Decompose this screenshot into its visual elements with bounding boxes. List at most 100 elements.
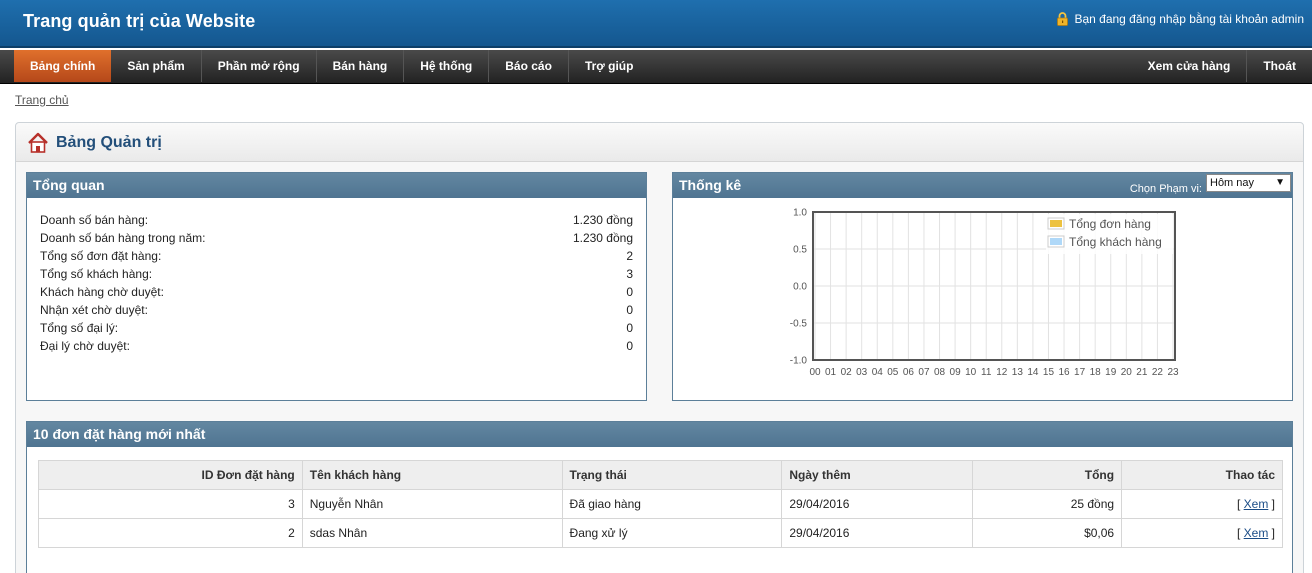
bracket-open: [: [1236, 526, 1244, 540]
nav-item-sales[interactable]: Bán hàng: [317, 50, 405, 82]
order-action: [ Xem ]: [1121, 518, 1283, 548]
view-order-link[interactable]: Xem: [1244, 497, 1269, 511]
nav-item-help[interactable]: Trợ giúp: [569, 50, 650, 82]
overview-row: Đại lý chờ duyệt: 0: [40, 337, 633, 355]
x-tick-label: 10: [965, 367, 977, 378]
column-header-customer[interactable]: Tên khách hàng: [301, 460, 563, 490]
overview-value: 0: [626, 321, 633, 335]
stats-title: Thống kê: [679, 177, 742, 193]
y-tick-label: 1.0: [793, 208, 807, 219]
x-tick-label: 21: [1136, 367, 1148, 378]
overview-label: Tổng số đơn đặt hàng:: [40, 249, 162, 263]
overview-label: Nhận xét chờ duyệt:: [40, 303, 148, 317]
x-tick-label: 19: [1105, 367, 1117, 378]
x-tick-label: 09: [950, 367, 962, 378]
x-tick-label: 01: [825, 367, 837, 378]
y-tick-label: -1.0: [790, 356, 808, 367]
x-tick-label: 13: [1012, 367, 1024, 378]
order-date: 29/04/2016: [781, 489, 974, 519]
overview-value: 0: [626, 339, 633, 353]
range-select[interactable]: Hôm nay ▼: [1206, 174, 1291, 192]
login-text: Bạn đang đăng nhập bằng tài khoản admin: [1074, 12, 1304, 26]
x-tick-label: 08: [934, 367, 946, 378]
overview-label: Tổng số khách hàng:: [40, 267, 153, 281]
column-header-status[interactable]: Trạng thái: [561, 460, 783, 490]
table-row: 2 sdas Nhân Đang xử lý 29/04/2016 $0,06 …: [38, 518, 1283, 548]
overview-value: 1.230 đồng: [572, 213, 633, 227]
order-date: 29/04/2016: [781, 518, 974, 548]
x-tick-label: 15: [1043, 367, 1055, 378]
order-status: Đã giao hàng: [561, 489, 783, 519]
order-status: Đang xử lý: [561, 518, 783, 548]
nav-item-extensions[interactable]: Phần mở rộng: [202, 50, 317, 82]
column-header-total[interactable]: Tổng: [972, 460, 1123, 490]
main-nav: Bảng chính Sản phẩm Phần mở rộng Bán hàn…: [0, 50, 1312, 84]
dashboard-box: Bảng Quản trị Tổng quan Doanh số bán hàn…: [15, 122, 1304, 573]
x-tick-label: 14: [1027, 367, 1039, 378]
overview-label: Doanh số bán hàng trong năm:: [40, 231, 206, 245]
y-tick-label: -0.5: [790, 319, 808, 330]
x-tick-label: 02: [841, 367, 853, 378]
legend-swatch: [1050, 238, 1062, 245]
y-tick-label: 0.0: [793, 282, 807, 293]
range-select-value: Hôm nay: [1210, 177, 1255, 189]
nav-item-logout[interactable]: Thoát: [1247, 50, 1312, 82]
order-action: [ Xem ]: [1121, 489, 1283, 519]
column-header-date[interactable]: Ngày thêm: [781, 460, 974, 490]
bracket-close: ]: [1268, 526, 1275, 540]
bracket-open: [: [1236, 497, 1244, 511]
overview-value: 1.230 đồng: [572, 231, 633, 245]
breadcrumb-home[interactable]: Trang chủ: [15, 93, 69, 107]
column-header-id[interactable]: ID Đơn đặt hàng: [38, 460, 303, 490]
x-tick-label: 11: [981, 367, 992, 378]
overview-value: 3: [626, 267, 633, 281]
nav-item-products[interactable]: Sản phẩm: [111, 50, 202, 82]
table-row: 3 Nguyễn Nhân Đã giao hàng 29/04/2016 25…: [38, 489, 1283, 519]
legend-label: Tổng khách hàng: [1069, 235, 1162, 249]
order-customer: Nguyễn Nhân: [301, 489, 563, 519]
overview-label: Doanh số bán hàng:: [40, 213, 149, 227]
column-header-action: Thao tác: [1121, 460, 1283, 490]
orders-panel: 10 đơn đặt hàng mới nhất ID Đơn đặt hàng…: [26, 421, 1293, 573]
orders-table: ID Đơn đặt hàng Tên khách hàng Trạng thá…: [38, 460, 1283, 548]
overview-label: Khách hàng chờ duyệt:: [40, 285, 164, 299]
order-total: 25 đồng: [972, 489, 1123, 519]
x-tick-label: 00: [809, 367, 821, 378]
order-id: 3: [38, 489, 303, 519]
lock-icon: [1057, 12, 1069, 26]
x-tick-label: 22: [1152, 367, 1164, 378]
x-tick-label: 18: [1090, 367, 1102, 378]
dropdown-arrow-icon: ▼: [1275, 177, 1285, 188]
order-customer: sdas Nhân: [301, 518, 563, 548]
x-tick-label: 12: [996, 367, 1008, 378]
x-tick-label: 06: [903, 367, 915, 378]
x-tick-label: 04: [872, 367, 884, 378]
overview-row: Doanh số bán hàng: 1.230 đồng: [40, 211, 633, 229]
x-tick-label: 07: [918, 367, 930, 378]
overview-row: Tổng số đơn đặt hàng: 2: [40, 247, 633, 265]
overview-row: Khách hàng chờ duyệt: 0: [40, 283, 633, 301]
overview-list: Doanh số bán hàng: 1.230 đồng Doanh số bá…: [40, 211, 633, 355]
legend-swatch: [1050, 220, 1062, 227]
stats-panel: Thống kê Chọn Phạm vi: Hôm nay ▼ 1.0 0.5 0…: [672, 172, 1293, 401]
nav-item-system[interactable]: Hệ thống: [404, 50, 490, 82]
overview-row: Nhận xét chờ duyệt: 0: [40, 301, 633, 319]
home-icon: [28, 132, 48, 153]
overview-panel: Tổng quan Doanh số bán hàng: 1.230 đồng D…: [26, 172, 647, 401]
nav-item-reports[interactable]: Báo cáo: [489, 50, 569, 82]
overview-row: Doanh số bán hàng trong năm: 1.230 đồng: [40, 229, 633, 247]
x-tick-label: 23: [1167, 367, 1179, 378]
bracket-close: ]: [1268, 497, 1275, 511]
overview-value: 0: [626, 285, 633, 299]
stats-header: Thống kê Chọn Phạm vi: Hôm nay ▼: [673, 173, 1292, 198]
x-tick-label: 16: [1058, 367, 1070, 378]
x-tick-label: 03: [856, 367, 868, 378]
page-title: Bảng Quản trị: [56, 134, 162, 151]
nav-item-view-store[interactable]: Xem cửa hàng: [1132, 50, 1248, 82]
dashboard-heading: Bảng Quản trị: [16, 123, 1303, 162]
order-id: 2: [38, 518, 303, 548]
overview-label: Đại lý chờ duyệt:: [40, 339, 130, 353]
nav-item-dashboard[interactable]: Bảng chính: [14, 50, 112, 82]
view-order-link[interactable]: Xem: [1244, 526, 1269, 540]
orders-title: 10 đơn đặt hàng mới nhất: [27, 422, 1292, 447]
